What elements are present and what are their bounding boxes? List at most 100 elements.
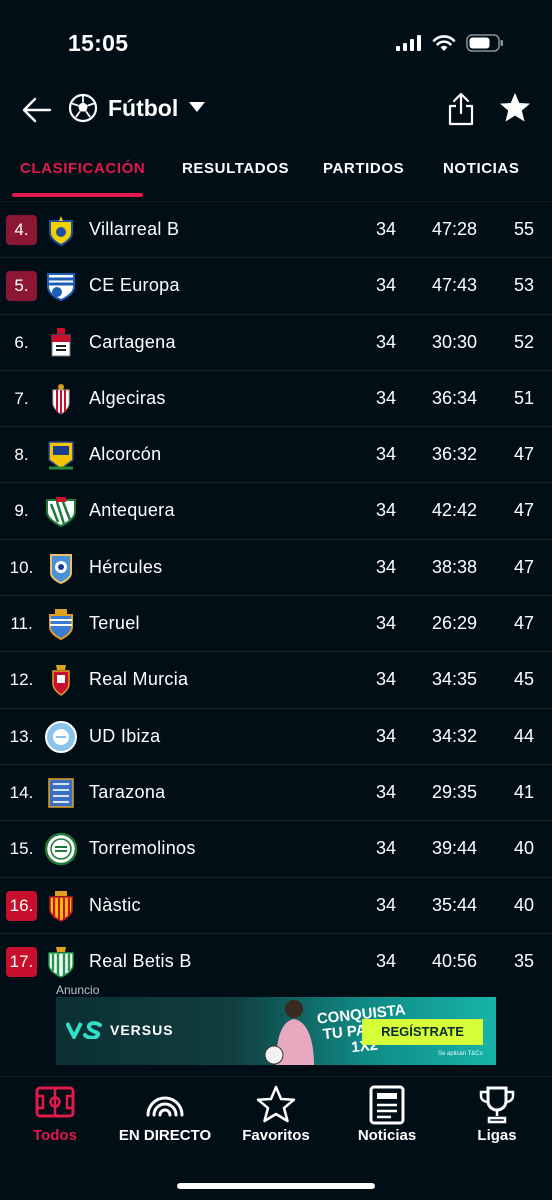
team-name: Real Betis B [89,950,192,971]
table-row[interactable]: 12. Real Murcia 34 34:35 45 [0,652,552,709]
table-row[interactable]: 15. Torremolinos 34 39:44 40 [0,821,552,878]
wifi-icon [432,35,456,51]
team-name: Teruel [89,613,140,634]
live-broadcast-icon [146,1096,184,1117]
position-number: 10. [9,557,34,577]
tarazona-crest-icon [48,778,74,808]
alcorcon-crest-icon [48,441,74,471]
points: 51 [514,387,535,408]
table-row[interactable]: 17. Real Betis B 34 40:56 35 [0,934,552,980]
soccer-ball-icon [68,93,98,123]
nastic-crest-icon [49,890,73,922]
sport-selector-title[interactable]: Fútbol [108,95,178,122]
table-row[interactable]: 6. Cartagena 34 30:30 52 [0,315,552,371]
team-name: Antequera [89,500,175,521]
status-icons [396,34,504,52]
points: 47 [514,613,535,634]
matches-played: 34 [376,894,397,915]
points: 53 [514,275,535,296]
position-number: 6. [14,332,29,352]
algeciras-crest-icon [52,383,70,415]
standings-table[interactable]: 4. Villarreal B 34 47:28 55 5. CE Europa… [0,202,552,980]
ud-ibiza-crest-icon [45,720,77,753]
cartagena-crest-icon [51,327,71,357]
matches-played: 34 [376,219,397,239]
points: 44 [514,725,535,746]
position-number: 15. [9,839,34,859]
share-icon[interactable] [446,91,476,127]
team-name: CE Europa [89,275,180,296]
nav-noticias[interactable]: Noticias [354,1085,420,1144]
caret-down-icon[interactable] [188,101,206,113]
table-row[interactable]: 7. Algeciras 34 36:34 51 [0,371,552,428]
tab-partidos[interactable]: PARTIDOS [323,160,404,177]
team-name: Tarazona [89,781,166,802]
team-name: Alcorcón [89,444,162,465]
nav-label: EN DIRECTO [118,1127,212,1144]
matches-played: 34 [376,781,397,802]
real-betis-b-crest-icon [48,946,74,978]
team-name: Real Murcia [89,669,189,690]
position-number: 14. [9,782,34,802]
teruel-crest-icon [49,609,73,641]
position-badge: 4. [6,215,37,245]
newspaper-icon [369,1085,405,1125]
points: 40 [514,838,535,859]
home-indicator [177,1183,375,1189]
table-row[interactable]: 11. Teruel 34 26:29 47 [0,596,552,653]
favorite-star-icon[interactable] [498,91,532,125]
table-row[interactable]: 9. Antequera 34 42:42 47 [0,483,552,540]
table-row[interactable]: 4. Villarreal B 34 47:28 55 [0,202,552,259]
nav-en-directo[interactable]: EN DIRECTO [115,1085,215,1144]
nav-todos[interactable]: Todos [30,1085,80,1144]
points: 35 [514,950,535,971]
back-arrow-icon[interactable] [20,93,54,127]
active-tab-indicator [12,193,143,197]
nav-favoritos[interactable]: Favoritos [240,1085,312,1144]
goal-difference: 36:32 [432,444,478,465]
star-outline-icon [256,1085,296,1123]
table-row[interactable]: 8. Alcorcón 34 36:32 47 [0,427,552,484]
goal-difference: 26:29 [432,613,478,634]
table-row[interactable]: 14. Tarazona 34 29:35 41 [0,765,552,822]
tab-clasificacion[interactable]: CLASIFICACIÓN [20,160,145,177]
points: 45 [514,669,535,690]
matches-played: 34 [376,500,397,521]
position-number: 12. [9,670,34,690]
table-row[interactable]: 5. CE Europa 34 47:43 53 [0,258,552,315]
table-row[interactable]: 16. Nàstic 34 35:44 40 [0,878,552,934]
goal-difference: 34:32 [432,725,478,746]
goal-difference: 36:34 [432,387,478,408]
position-badge: 5. [6,271,37,302]
tab-resultados[interactable]: RESULTADOS [182,160,289,177]
hercules-crest-icon [50,553,72,584]
goal-difference: 47:43 [432,275,478,296]
goal-difference: 30:30 [432,331,478,352]
ad-label: Anuncio [56,983,100,997]
team-name: Villarreal B [89,219,180,239]
matches-played: 34 [376,838,397,859]
ad-fine-print: Se aplican T&Cs [438,1051,483,1057]
position-number: 9. [14,501,29,521]
team-name: Torremolinos [89,838,196,859]
tab-noticias[interactable]: NOTICIAS [443,160,519,177]
table-row[interactable]: 13. UD Ibiza 34 34:32 44 [0,709,552,765]
matches-played: 34 [376,556,397,577]
ad-register-button[interactable]: REGÍSTRATE [362,1019,483,1045]
tab-bar: CLASIFICACIÓN RESULTADOS PARTIDOS NOTICI… [0,140,552,202]
table-row[interactable]: 10. Hércules 34 38:38 47 [0,540,552,597]
app-header: Fútbol [0,85,552,135]
villarreal-b-crest-icon [49,216,73,247]
goal-difference: 34:35 [432,669,478,690]
position-badge: 16. [6,890,37,921]
nav-label: Favoritos [242,1127,310,1144]
points: 40 [514,894,535,915]
matches-played: 34 [376,387,397,408]
team-name: Algeciras [89,387,166,408]
goal-difference: 38:38 [432,556,478,577]
position-badge: 17. [6,946,37,977]
ad-banner[interactable]: VERSUS CONQUISTA TU PASIÓN 1X2 REGÍSTRAT… [56,997,496,1065]
status-bar: 15:05 [0,0,552,85]
points: 47 [514,444,535,465]
nav-ligas[interactable]: Ligas [472,1085,522,1144]
